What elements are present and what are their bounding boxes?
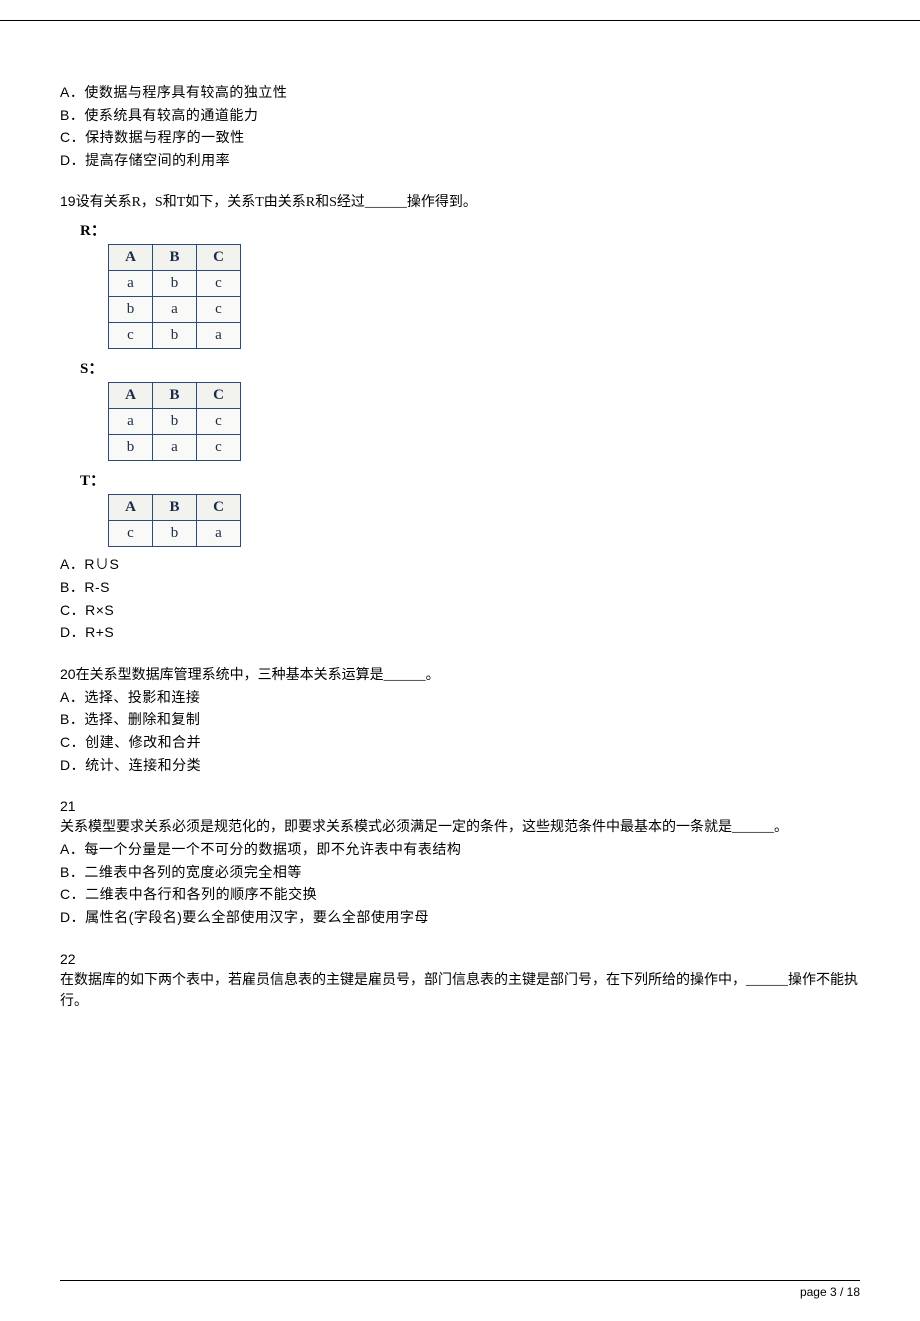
option: D．R+S — [60, 623, 860, 644]
relation-table: A B C a b c b a c — [108, 382, 241, 461]
option: D．统计、连接和分类 — [60, 756, 860, 777]
cell: b — [153, 409, 197, 435]
cell: c — [109, 521, 153, 547]
cell: b — [153, 521, 197, 547]
relation-R: R： A B C a b c b a c c — [60, 219, 860, 349]
option: A．使数据与程序具有较高的独立性 — [60, 83, 860, 104]
cell: a — [197, 521, 241, 547]
question-stem: 22在数据库的如下两个表中，若雇员信息表的主键是雇员号，部门信息表的主键是部门号… — [60, 949, 860, 1012]
relation-label: T： — [80, 469, 860, 490]
page-content: A．使数据与程序具有较高的独立性 B．使系统具有较高的通道能力 C．保持数据与程… — [0, 20, 920, 1072]
cell: c — [197, 297, 241, 323]
relation-label: R： — [80, 219, 860, 240]
cell: a — [197, 323, 241, 349]
cell: b — [109, 297, 153, 323]
col-header: A — [109, 383, 153, 409]
cell: b — [153, 323, 197, 349]
question-20: 20在关系型数据库管理系统中，三种基本关系运算是______。 A．选择、投影和… — [60, 664, 860, 776]
relation-table: A B C c b a — [108, 494, 241, 547]
option: C．R×S — [60, 601, 860, 622]
relation-label: S： — [80, 357, 860, 378]
option: A．每一个分量是一个不可分的数据项，即不允许表中有表结构 — [60, 840, 860, 861]
cell: c — [197, 409, 241, 435]
option: B．选择、删除和复制 — [60, 710, 860, 731]
col-header: A — [109, 245, 153, 271]
option: B．使系统具有较高的通道能力 — [60, 106, 860, 127]
option: C．二维表中各行和各列的顺序不能交换 — [60, 885, 860, 906]
col-header: C — [197, 383, 241, 409]
question-18-options: A．使数据与程序具有较高的独立性 B．使系统具有较高的通道能力 C．保持数据与程… — [60, 83, 860, 171]
question-22: 22在数据库的如下两个表中，若雇员信息表的主键是雇员号，部门信息表的主键是部门号… — [60, 949, 860, 1012]
col-header: B — [153, 245, 197, 271]
cell: b — [153, 271, 197, 297]
page-footer: page 3 / 18 — [60, 1280, 860, 1299]
option: B．R-S — [60, 578, 860, 599]
option: D．提高存储空间的利用率 — [60, 151, 860, 172]
cell: b — [109, 435, 153, 461]
question-19: 19设有关系R，S和T如下，关系T由关系R和S经过______操作得到。 R： … — [60, 191, 860, 643]
question-21: 21关系模型要求关系必须是规范化的，即要求关系模式必须满足一定的条件，这些规范条… — [60, 796, 860, 928]
col-header: B — [153, 495, 197, 521]
relation-T: T： A B C c b a — [60, 469, 860, 547]
page-number: page 3 / 18 — [800, 1285, 860, 1299]
option: A．R∪S — [60, 555, 860, 576]
cell: c — [197, 271, 241, 297]
cell: a — [153, 297, 197, 323]
option: C．保持数据与程序的一致性 — [60, 128, 860, 149]
col-header: B — [153, 383, 197, 409]
question-stem: 19设有关系R，S和T如下，关系T由关系R和S经过______操作得到。 — [60, 191, 860, 213]
relation-table: A B C a b c b a c c b a — [108, 244, 241, 349]
relation-S: S： A B C a b c b a c — [60, 357, 860, 461]
col-header: A — [109, 495, 153, 521]
option: C．创建、修改和合并 — [60, 733, 860, 754]
option-group: A．每一个分量是一个不可分的数据项，即不允许表中有表结构 B．二维表中各列的宽度… — [60, 840, 860, 928]
cell: c — [197, 435, 241, 461]
cell: c — [109, 323, 153, 349]
option-group: A．R∪S B．R-S C．R×S D．R+S — [60, 555, 860, 643]
cell: a — [109, 271, 153, 297]
question-stem: 20在关系型数据库管理系统中，三种基本关系运算是______。 — [60, 664, 860, 686]
cell: a — [109, 409, 153, 435]
col-header: C — [197, 495, 241, 521]
col-header: C — [197, 245, 241, 271]
option: A．选择、投影和连接 — [60, 688, 860, 709]
option: B．二维表中各列的宽度必须完全相等 — [60, 863, 860, 884]
cell: a — [153, 435, 197, 461]
question-stem: 21关系模型要求关系必须是规范化的，即要求关系模式必须满足一定的条件，这些规范条… — [60, 796, 860, 838]
option: D．属性名(字段名)要么全部使用汉字，要么全部使用字母 — [60, 908, 860, 929]
option-group: A．选择、投影和连接 B．选择、删除和复制 C．创建、修改和合并 D．统计、连接… — [60, 688, 860, 776]
